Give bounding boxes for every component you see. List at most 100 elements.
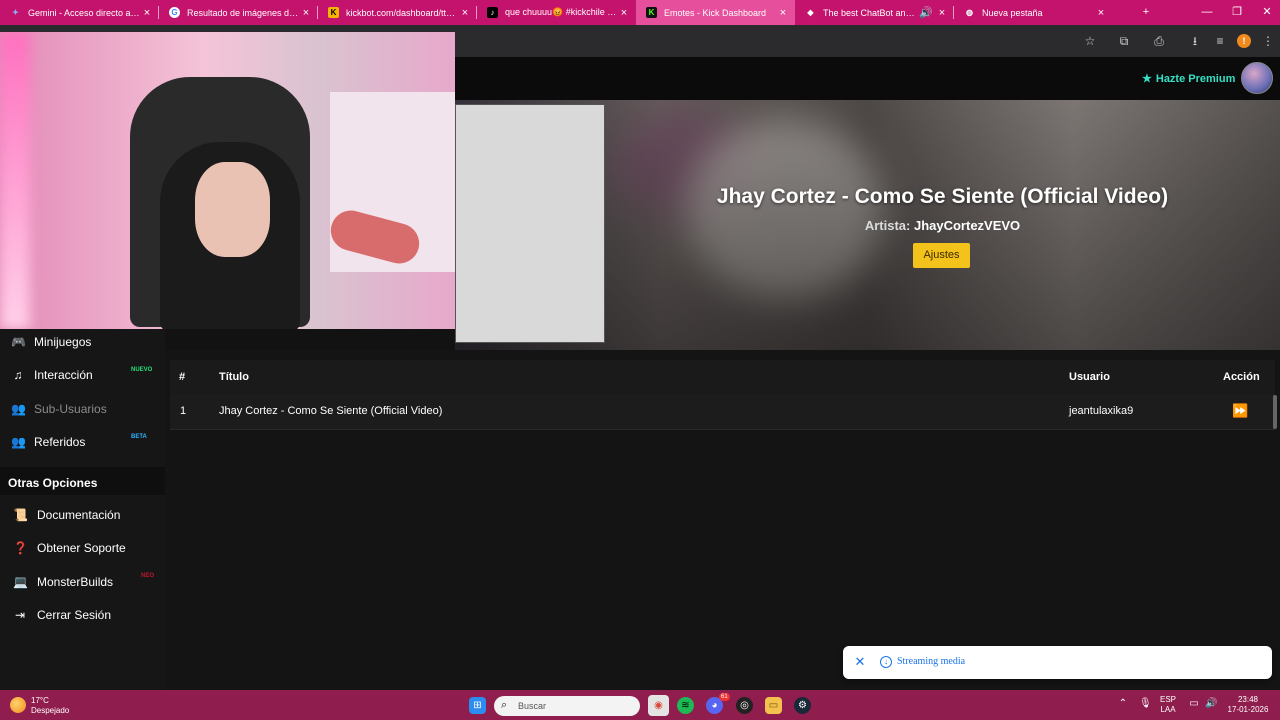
close-icon[interactable]: ✕ [853, 654, 867, 670]
tab-title: The best ChatBot and Widg [823, 7, 916, 18]
extensions-icon[interactable]: ⧉ [1116, 33, 1132, 49]
tab-emotes-kick[interactable]: K Emotes - Kick Dashboard × [636, 0, 795, 25]
discord-badge: 61 [719, 693, 730, 701]
obs-icon[interactable]: ◎ [736, 697, 753, 714]
tab-google-images[interactable]: G Resultado de imágenes de Goo × [159, 0, 318, 25]
row-user: jeantulaxika9 [1069, 405, 1134, 417]
sidebar-item-cerrar-sesion[interactable]: ⇥ Cerrar Sesión [0, 600, 165, 630]
artist-label: Artista: [864, 218, 911, 233]
artist-name: JhayCortezVEVO [913, 218, 1021, 233]
close-tab-icon[interactable]: × [936, 7, 948, 19]
sidebar-item-minijuegos[interactable]: 🎮 Minijuegos [0, 327, 165, 357]
avatar[interactable] [1241, 62, 1273, 94]
volume-icon[interactable]: 🔊 [1205, 698, 1217, 709]
tab-tiktok[interactable]: ♪ que chuuuu😡 #kickchile #str × [477, 0, 636, 25]
gamepad-icon: 🎮 [11, 335, 26, 349]
logout-icon: ⇥ [14, 608, 26, 622]
tab-title: Resultado de imágenes de Goo [187, 7, 300, 18]
column-header-action: Acción [1223, 371, 1260, 383]
download-icon[interactable]: ⭳ [1187, 33, 1203, 49]
microphone-icon[interactable]: 🎙 [1139, 698, 1152, 709]
print-icon[interactable]: ⎙ [1151, 33, 1167, 49]
tab-chatbot[interactable]: ◆ The best ChatBot and Widg 🔊 × [795, 0, 954, 25]
row-number: 1 [180, 405, 187, 417]
spotify-icon[interactable]: ≋ [677, 697, 694, 714]
column-header-user: Usuario [1069, 371, 1110, 383]
premium-label: Hazte Premium [1155, 72, 1236, 85]
minimize-icon[interactable]: — [1192, 0, 1222, 25]
clock-date: 17-01-2026 [1227, 705, 1269, 714]
close-tab-icon[interactable]: × [618, 7, 630, 19]
file-explorer-icon[interactable]: ▭ [765, 697, 782, 714]
beta-badge: BETA [131, 434, 147, 440]
scrollbar[interactable] [1273, 395, 1277, 429]
chrome-icon[interactable]: ◉ [648, 695, 669, 716]
search-placeholder: Buscar [518, 701, 547, 711]
sidebar-item-sub-usuarios[interactable]: 👥 Sub-Usuarios [0, 394, 165, 424]
sidebar-item-label: Sub-Usuarios [34, 402, 107, 416]
song-title: Jhay Cortez - Como Se Siente (Official V… [716, 185, 1169, 208]
clock[interactable]: 23:48 17-01-2026 [1226, 695, 1270, 715]
music-note-icon: ♫ [13, 368, 23, 382]
sidebar-item-soporte[interactable]: ❓ Obtener Soporte [0, 533, 165, 563]
settings-button[interactable]: Ajustes [913, 243, 970, 268]
tab-title: Emotes - Kick Dashboard [664, 7, 767, 18]
tab-gemini[interactable]: ✦ Gemini - Acceso directo a la IA × [0, 0, 159, 25]
scroll-icon: 📜 [13, 508, 28, 522]
speaker-icon[interactable]: 🔊 [916, 6, 936, 19]
streaming-media-notification: ✕ ↓ Streaming media [843, 646, 1272, 679]
keyboard-layout: LAA [1160, 705, 1176, 714]
skip-forward-icon[interactable]: ⏩ [1232, 403, 1248, 419]
notification-text: Streaming media [897, 656, 966, 667]
maximize-icon[interactable]: ❐ [1222, 0, 1252, 25]
close-tab-icon[interactable]: × [459, 7, 471, 19]
column-header-number: # [179, 371, 186, 383]
users-icon: 👥 [11, 402, 26, 416]
browser-tab-bar: ✦ Gemini - Acceso directo a la IA × G Re… [0, 0, 1280, 25]
neo-badge: NEO [141, 573, 155, 579]
column-header-title: Título [219, 371, 249, 383]
network-icon[interactable]: ▭ [1188, 698, 1200, 709]
close-tab-icon[interactable]: × [777, 7, 789, 19]
video-thumbnail [455, 104, 605, 343]
row-title: Jhay Cortez - Como Se Siente (Official V… [219, 405, 443, 417]
profile-icon[interactable]: ! [1237, 34, 1251, 48]
tab-kickbot[interactable]: K kickbot.com/dashboard/tts/se × [318, 0, 477, 25]
sidebar-item-label: Referidos [34, 435, 86, 449]
tab-title: Gemini - Acceso directo a la IA [28, 7, 141, 18]
clock-time: 23:48 [1237, 695, 1259, 704]
tiktok-icon: ♪ [487, 7, 498, 18]
sidebar-item-interaccion[interactable]: ♫ Interacción [0, 360, 165, 390]
tab-title: que chuuuu😡 #kickchile #str [505, 7, 618, 17]
tab-title: Nueva pestaña [982, 7, 1043, 18]
language-indicator[interactable]: ESP LAA [1160, 695, 1176, 715]
sidebar-item-label: Documentación [37, 508, 121, 522]
windows-start-icon[interactable]: ⊞ [469, 697, 486, 714]
close-tab-icon[interactable]: × [1095, 7, 1107, 19]
sidebar-item-referidos[interactable]: 👥 Referidos [0, 427, 165, 457]
new-badge: NUEVO [131, 367, 153, 373]
tab-new-tab[interactable]: ◍ Nueva pestaña × [954, 0, 1113, 25]
sidebar-item-documentacion[interactable]: 📜 Documentación [0, 500, 165, 530]
bookmark-star-icon[interactable]: ☆ [1082, 33, 1098, 49]
weather-icon[interactable] [10, 697, 26, 713]
window-close-icon[interactable]: ✕ [1252, 0, 1280, 25]
close-tab-icon[interactable]: × [300, 7, 312, 19]
neon-light [0, 32, 30, 329]
people-icon: 👥 [11, 435, 26, 449]
steam-icon[interactable]: ⚙ [794, 697, 811, 714]
premium-link[interactable]: ★ Hazte Premium [1142, 72, 1236, 86]
new-tab-icon[interactable]: + [1131, 0, 1161, 25]
weather-widget[interactable]: 17°C Despejado [31, 696, 69, 716]
close-tab-icon[interactable]: × [141, 7, 153, 19]
table-row[interactable]: 1 Jhay Cortez - Como Se Siente (Official… [170, 394, 1275, 430]
chevron-up-icon[interactable]: ⌃ [1117, 698, 1129, 709]
kebab-menu-icon[interactable]: ⋮ [1260, 33, 1276, 49]
language-code: ESP [1160, 695, 1177, 704]
weather-description: Despejado [31, 706, 70, 715]
media-control-icon[interactable]: ≡ [1212, 33, 1228, 49]
sidebar-item-label: MonsterBuilds [37, 575, 114, 589]
sidebar-item-monsterbuilds[interactable]: 💻 MonsterBuilds [0, 567, 165, 597]
taskbar-search[interactable]: ⌕ Buscar [494, 696, 640, 716]
google-icon: G [169, 7, 180, 18]
